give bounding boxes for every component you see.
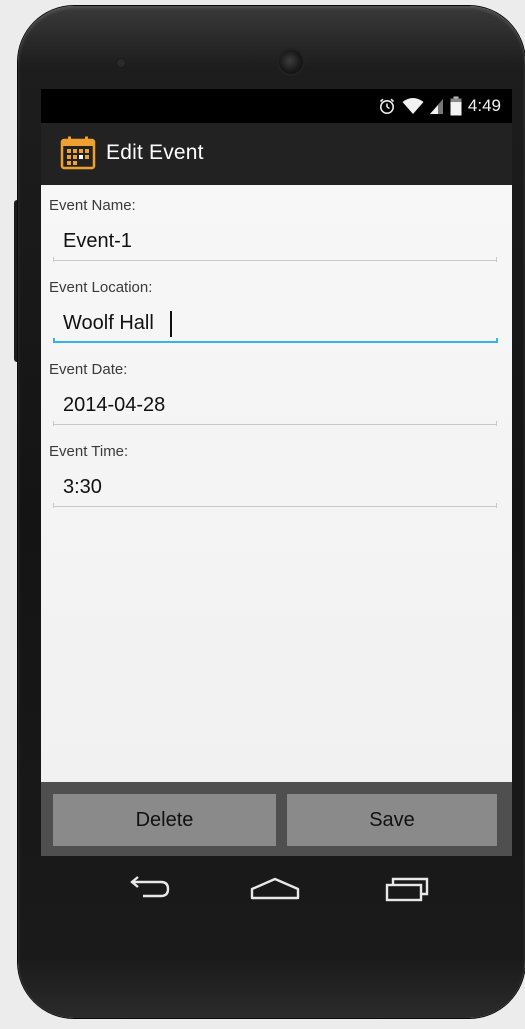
event-name-underline-left [53,257,54,262]
screen: 4:49 Edit Event Event Name: Event-1 Even… [41,89,512,856]
event-location-underline-left [53,338,55,343]
status-icons: 4:49 [378,94,501,118]
text-cursor [170,311,172,337]
back-icon[interactable] [119,872,175,906]
event-location-label: Event Location: [49,279,153,296]
event-location-underline-right [496,338,498,343]
navigation-bar [41,856,512,922]
event-date-label: Event Date: [49,361,128,378]
home-icon[interactable] [247,872,303,906]
event-time-underline-right [496,503,497,508]
recent-apps-icon[interactable] [378,872,434,906]
page-title: Edit Event [106,141,204,164]
event-time-input[interactable] [53,469,497,507]
event-date-input[interactable] [53,387,497,425]
action-bar: Edit Event [41,123,512,185]
status-bar: 4:49 [41,89,512,123]
stage: 4:49 Edit Event Event Name: Event-1 Even… [0,0,525,1029]
signal-icon [429,97,444,115]
alarm-icon [378,97,396,115]
event-time-label: Event Time: [49,443,129,460]
save-button[interactable]: Save [287,794,497,846]
battery-icon [450,96,462,116]
event-date-underline-right [496,421,497,426]
event-name-input[interactable] [53,223,497,261]
earpiece-speaker [279,50,303,74]
event-location-input[interactable] [53,305,497,343]
wifi-icon [402,97,424,115]
button-bar: Delete Save [41,782,512,856]
calendar-icon[interactable] [60,136,96,170]
delete-button[interactable]: Delete [53,794,276,846]
front-camera [117,59,125,67]
edit-event-form: Event Name: Event Location: Event Date: … [41,185,512,782]
event-name-label: Event Name: [49,197,136,214]
event-date-underline-left [53,421,54,426]
event-name-underline-right [496,257,497,262]
status-time: 4:49 [467,96,501,115]
event-time-underline-left [53,503,54,508]
